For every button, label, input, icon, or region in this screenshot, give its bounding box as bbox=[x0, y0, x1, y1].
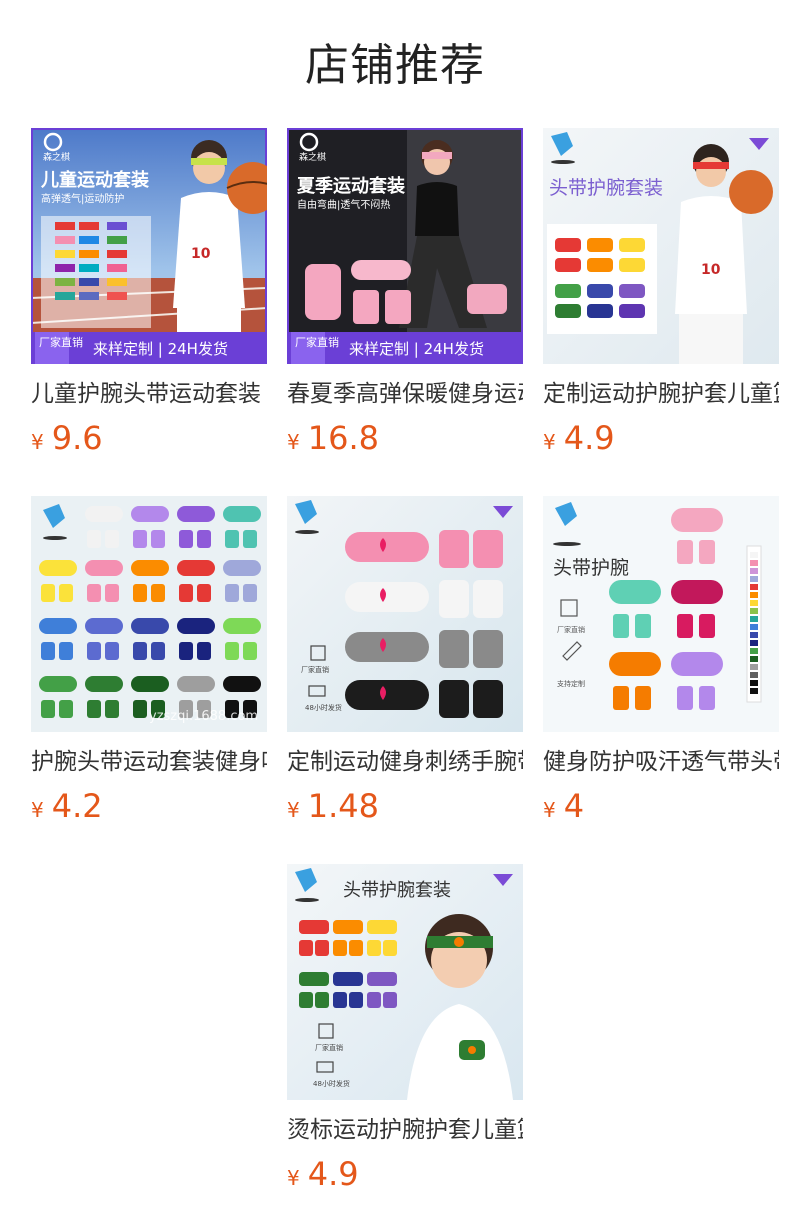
currency-symbol: ¥ bbox=[543, 798, 556, 822]
product-price: ¥4.2 bbox=[31, 784, 267, 828]
product-name[interactable]: 烫标运动护腕护套儿童篮球 bbox=[287, 1114, 523, 1146]
feature-label: 支持定制 bbox=[557, 679, 585, 688]
product-image[interactable]: 头带护腕套装 10 bbox=[543, 128, 779, 364]
image-headline: 夏季运动套装 bbox=[297, 175, 405, 197]
image-headline: 头带护腕 bbox=[553, 557, 629, 579]
product-card[interactable]: 头带护腕套装 10 定制运动护腕护套儿童篮球 ¥4.9 bbox=[543, 128, 779, 460]
price-value: 1.48 bbox=[307, 787, 379, 825]
price-value: 4.2 bbox=[51, 787, 103, 825]
section-title: 店铺推荐 bbox=[305, 40, 485, 91]
price-value: 16.8 bbox=[307, 419, 379, 457]
price-value: 9.6 bbox=[51, 419, 103, 457]
image-subline: 高弹透气|运动防护 bbox=[41, 192, 124, 205]
product-price: ¥1.48 bbox=[287, 784, 523, 828]
product-image[interactable]: 头带护腕 厂家直销 支持定制 bbox=[543, 496, 779, 732]
brand-logo-text: 森之棋 bbox=[299, 151, 326, 163]
feature-label: 厂家直销 bbox=[557, 625, 585, 634]
image-headline: 头带护腕套装 bbox=[549, 177, 663, 199]
product-name[interactable]: 儿童护腕头带运动套装 bbox=[31, 378, 267, 410]
image-headline: 头带护腕套装 bbox=[343, 880, 451, 901]
image-headline: 儿童运动套装 bbox=[40, 169, 149, 191]
product-card[interactable]: 头带护腕 厂家直销 支持定制 健身防护吸汗透气带头带 ¥ 4 bbox=[543, 496, 779, 828]
banner-badge: 厂家直销 bbox=[295, 335, 339, 349]
currency-symbol: ¥ bbox=[287, 430, 300, 454]
product-name[interactable]: 护腕头带运动套装健身吸汗 bbox=[31, 746, 267, 778]
product-name[interactable]: 春夏季高弹保暖健身运动护膝 bbox=[287, 378, 523, 410]
banner-text: 来样定制 | 24H发货 bbox=[349, 340, 484, 358]
product-card[interactable]: 厂家直销 48小时发货 定制运动健身刺绣手腕带 ¥1.48 bbox=[287, 496, 523, 828]
product-image[interactable]: 头带护腕套装 厂家直销 48小时发货 bbox=[287, 864, 523, 1100]
product-name[interactable]: 定制运动护腕护套儿童篮球 bbox=[543, 378, 779, 410]
feature-label: 厂家直销 bbox=[301, 665, 329, 674]
image-subline: 自由弯曲|透气不闷热 bbox=[297, 198, 390, 211]
jersey-number: 10 bbox=[701, 262, 721, 278]
product-image[interactable]: yzszqi.1688.com bbox=[31, 496, 267, 732]
product-price: ¥16.8 bbox=[287, 416, 523, 460]
product-card[interactable]: 森之棋 夏季运动套装 自由弯曲|透气不闷热 厂家直销 来样定制 | 24H发货 … bbox=[287, 128, 523, 460]
watermark-text: yzszqi.1688.com bbox=[149, 709, 258, 724]
product-image[interactable]: 森之棋 夏季运动套装 自由弯曲|透气不闷热 厂家直销 来样定制 | 24H发货 bbox=[287, 128, 523, 364]
product-card[interactable]: 森之棋 儿童运动套装 高弹透气|运动防护 10 厂家直销 来样定制 | 24H发… bbox=[31, 128, 267, 460]
currency-symbol: ¥ bbox=[543, 430, 556, 454]
product-card[interactable]: 头带护腕套装 厂家直销 48小时发货 烫标运动护腕护套儿童 ¥ 4.9 bbox=[287, 864, 523, 1196]
product-price: ¥9.6 bbox=[31, 416, 267, 460]
product-price: ¥4.9 bbox=[287, 1152, 523, 1196]
product-price: ¥4 bbox=[543, 784, 779, 828]
product-name[interactable]: 健身防护吸汗透气带头带 bbox=[543, 746, 779, 778]
currency-symbol: ¥ bbox=[287, 798, 300, 822]
price-value: 4 bbox=[563, 787, 585, 825]
product-image[interactable]: 厂家直销 48小时发货 bbox=[287, 496, 523, 732]
product-price: ¥4.9 bbox=[543, 416, 779, 460]
currency-symbol: ¥ bbox=[287, 1166, 300, 1190]
product-name[interactable]: 定制运动健身刺绣手腕带 bbox=[287, 746, 523, 778]
feature-label: 48小时发货 bbox=[313, 1079, 350, 1088]
banner-text: 来样定制 | 24H发货 bbox=[93, 340, 228, 358]
price-value: 4.9 bbox=[563, 419, 615, 457]
price-value: 4.9 bbox=[307, 1155, 359, 1193]
feature-label: 48小时发货 bbox=[305, 703, 342, 712]
jersey-number: 10 bbox=[191, 246, 211, 262]
feature-label: 厂家直销 bbox=[315, 1043, 343, 1052]
currency-symbol: ¥ bbox=[31, 430, 44, 454]
brand-logo-text: 森之棋 bbox=[43, 151, 70, 163]
product-card[interactable]: yzszqi.1688.com 护腕头带运动套装健身吸汗 ¥4.2 bbox=[31, 496, 267, 828]
currency-symbol: ¥ bbox=[31, 798, 44, 822]
product-image[interactable]: 森之棋 儿童运动套装 高弹透气|运动防护 10 厂家直销 来样定制 | 24H发… bbox=[31, 128, 267, 364]
banner-badge: 厂家直销 bbox=[39, 335, 83, 349]
